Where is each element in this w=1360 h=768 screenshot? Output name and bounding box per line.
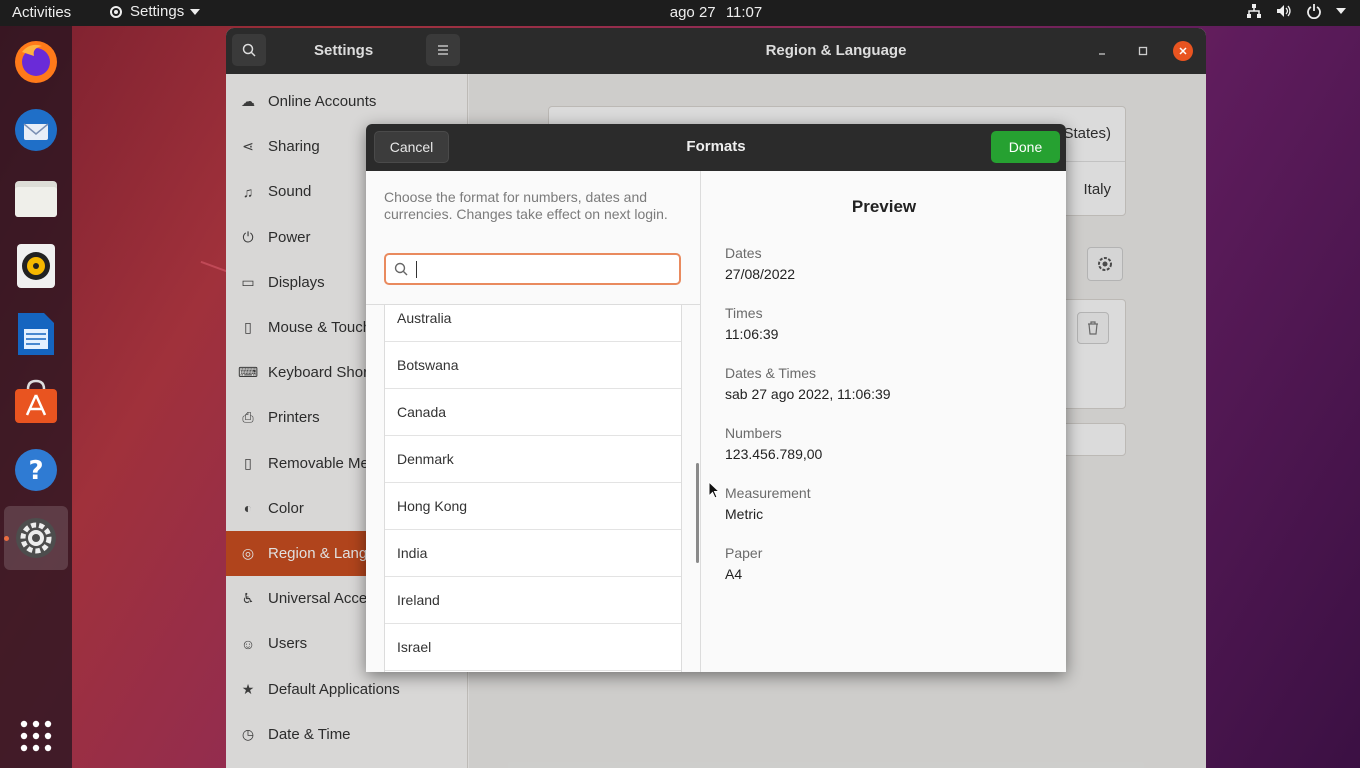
clock-time: 11:07: [725, 4, 763, 21]
country-list: Australia Botswana Canada Denmark Hong Kong I…: [384, 305, 682, 672]
search-icon: [394, 262, 408, 276]
files-launcher[interactable]: [12, 174, 60, 222]
preview-label: Paper: [725, 545, 763, 561]
menu-button[interactable]: [426, 34, 460, 66]
preview-label: Numbers: [725, 425, 782, 441]
country-label: Denmark: [397, 451, 454, 467]
search-button[interactable]: [232, 34, 266, 66]
preview-label: Dates: [725, 245, 762, 261]
list-item[interactable]: Botswana: [385, 342, 681, 389]
formats-dialog: Cancel Formats Done Choose the format fo…: [366, 124, 1066, 672]
minimize-icon: [1099, 53, 1105, 55]
list-item[interactable]: Denmark: [385, 436, 681, 483]
minimize-button[interactable]: [1092, 41, 1112, 61]
preview-value: Metric: [725, 506, 764, 522]
settings-titlebar: Settings Region & Language: [226, 28, 1206, 74]
search-input[interactable]: [414, 259, 674, 281]
gear-icon: [16, 518, 56, 558]
preview-title: Preview: [851, 197, 917, 216]
list-item[interactable]: Ireland: [385, 577, 681, 624]
help-icon: ?: [15, 449, 57, 491]
mouse-pointer-icon: [708, 481, 720, 499]
list-item[interactable]: Canada: [385, 389, 681, 436]
chevron-down-icon: [1336, 8, 1346, 14]
firefox-icon: [15, 41, 57, 83]
show-applications-button[interactable]: [12, 712, 60, 760]
close-icon: [1179, 47, 1187, 55]
preview-label: Measurement: [725, 485, 811, 501]
preview-pane: Preview Dates 27/08/2022 Times 11:06:39 Date…: [700, 171, 1066, 672]
svg-text:?: ?: [28, 456, 43, 486]
country-label: Australia: [397, 310, 452, 326]
writer-launcher[interactable]: [12, 310, 60, 358]
thunderbird-launcher[interactable]: [12, 106, 60, 154]
network-icon: [1247, 4, 1261, 18]
speaker-icon: [17, 244, 55, 288]
scrollbar[interactable]: [696, 463, 699, 563]
search-field[interactable]: [384, 253, 681, 285]
country-label: Hong Kong: [397, 498, 468, 514]
power-icon: [1307, 4, 1321, 19]
dialog-header: Cancel Formats Done: [366, 124, 1066, 171]
clock[interactable]: ago 27 11:07: [0, 4, 1360, 21]
preview-label: Times: [725, 305, 763, 321]
preview-value: sab 27 ago 2022, 11:06:39: [725, 386, 891, 402]
list-item[interactable]: Israel: [385, 624, 681, 671]
panel-title: Region & Language: [765, 42, 907, 59]
dialog-title: Formats: [686, 138, 746, 155]
hamburger-icon: [438, 45, 448, 55]
settings-title: Settings: [314, 42, 374, 59]
document-icon: [18, 313, 54, 355]
top-bar: Activities Settings ago 27 11:07: [0, 0, 1360, 26]
cancel-button[interactable]: Cancel: [374, 131, 449, 163]
rhythmbox-launcher[interactable]: [12, 242, 60, 290]
preview-label: Dates & Times: [725, 365, 817, 381]
software-launcher[interactable]: [12, 378, 60, 426]
folder-icon: [15, 181, 57, 217]
volume-icon: [1277, 5, 1291, 17]
help-launcher[interactable]: ?: [12, 446, 60, 494]
preview-value: 27/08/2022: [725, 266, 796, 282]
list-item[interactable]: Hong Kong: [385, 483, 681, 530]
preview-value: 123.456.789,00: [725, 446, 823, 462]
preview-value: A4: [725, 566, 743, 582]
text-caret: [416, 261, 417, 278]
dock: ?: [0, 26, 72, 768]
app-grid-icon: [20, 720, 52, 752]
country-label: India: [397, 545, 428, 561]
list-item[interactable]: India: [385, 530, 681, 577]
search-icon: [242, 43, 256, 57]
settings-launcher[interactable]: [4, 506, 68, 570]
maximize-icon: [1138, 46, 1148, 56]
preview-value: 11:06:39: [725, 326, 779, 342]
country-label: Canada: [397, 404, 447, 420]
dialog-description: Choose the format for numbers, dates and…: [384, 189, 668, 222]
country-label: Botswana: [397, 357, 459, 373]
system-tray[interactable]: [1246, 3, 1346, 19]
firefox-launcher[interactable]: [12, 38, 60, 86]
done-button[interactable]: Done: [991, 131, 1060, 163]
maximize-button[interactable]: [1133, 41, 1153, 61]
close-button[interactable]: [1173, 41, 1193, 61]
formats-list-pane: Choose the format for numbers, dates and…: [366, 171, 700, 672]
thunderbird-icon: [15, 109, 57, 151]
list-item[interactable]: Australia: [385, 305, 681, 342]
country-label: Israel: [397, 639, 432, 655]
clock-date: ago 27: [669, 4, 716, 21]
country-label: Ireland: [397, 592, 440, 608]
shopping-bag-icon: [15, 379, 57, 423]
